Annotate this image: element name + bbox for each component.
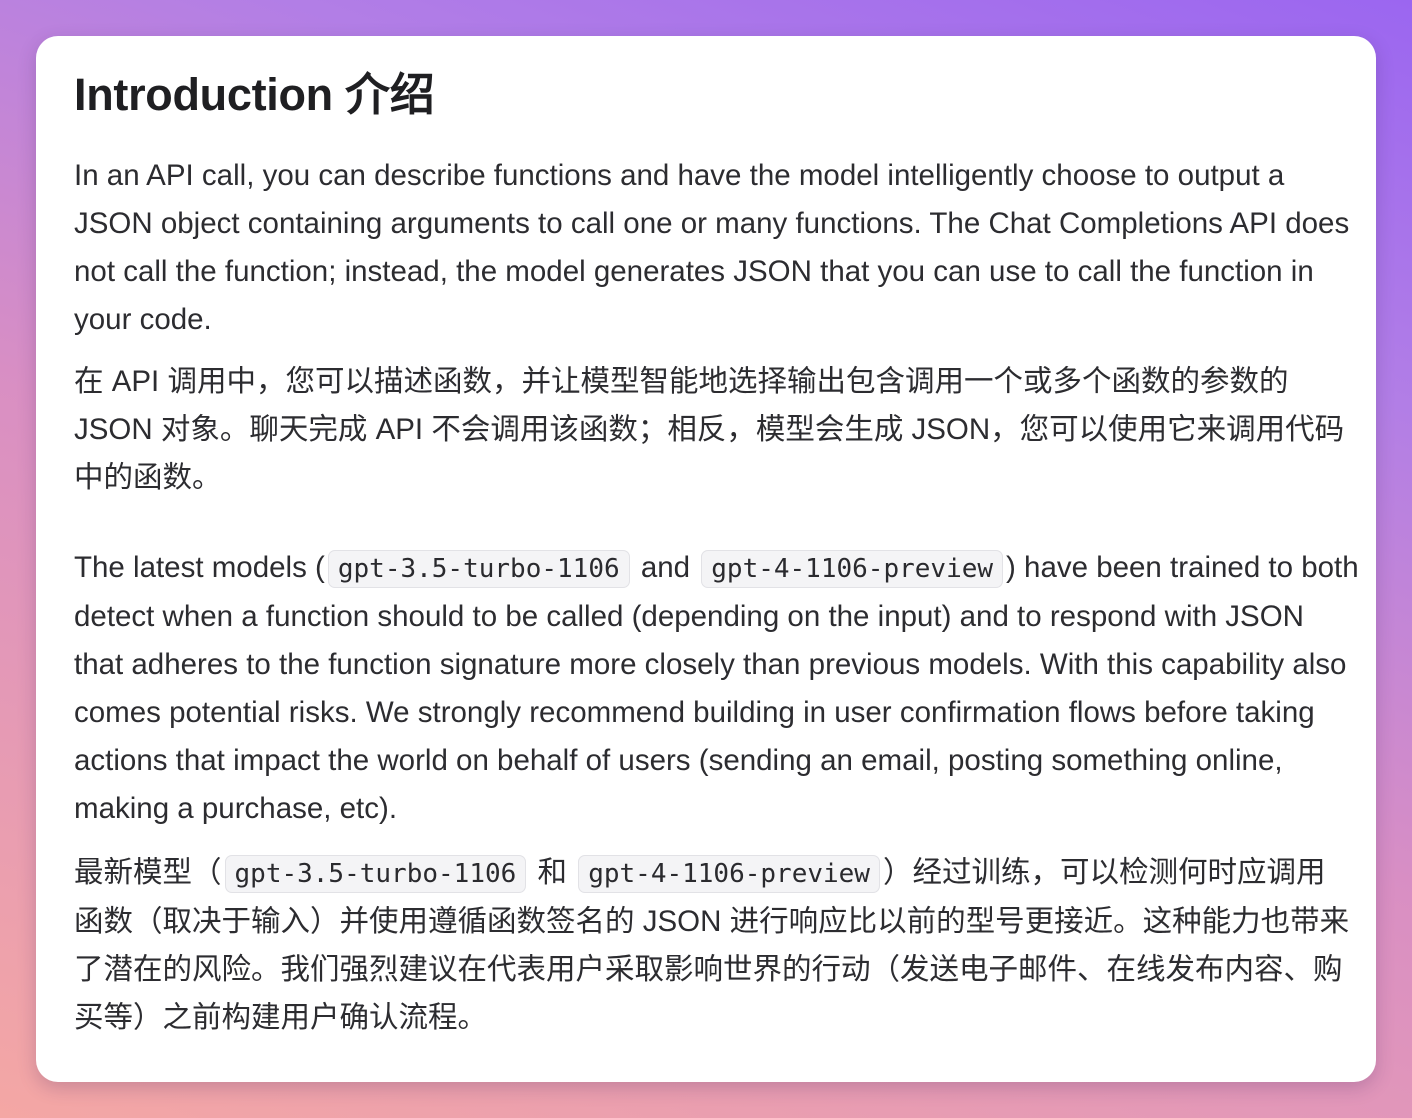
paragraph-2-chinese-lead: 最新模型（ [74,856,222,889]
paragraph-2-english-lead: The latest models ( [74,551,325,584]
conjunction-he: 和 [537,856,567,889]
conjunction-and: and [640,551,691,584]
paragraph-2-chinese: 最新模型（ gpt-3.5-turbo-1106 和 gpt-4-1106-pre… [74,849,1354,1042]
content-card: Introduction 介绍 In an API call, you can … [36,36,1376,1082]
model-code-gpt4: gpt-4-1106-preview [701,550,1004,588]
paragraph-2-english-rest: ) have been trained to both detect when … [74,551,1359,825]
model-code-gpt35: gpt-3.5-turbo-1106 [327,550,630,588]
paragraph-2-english: The latest models (gpt-3.5-turbo-1106 an… [74,544,1359,833]
paragraph-1-chinese: 在 API 调用中，您可以描述函数，并让模型智能地选择输出包含调用一个或多个函数… [74,365,1345,494]
paragraph-1-english: In an API call, you can describe functio… [74,159,1350,336]
model-code-gpt35-zh: gpt-3.5-turbo-1106 [224,855,527,893]
page-title: Introduction 介绍 [74,69,435,120]
model-code-gpt4-zh: gpt-4-1106-preview [578,855,880,893]
